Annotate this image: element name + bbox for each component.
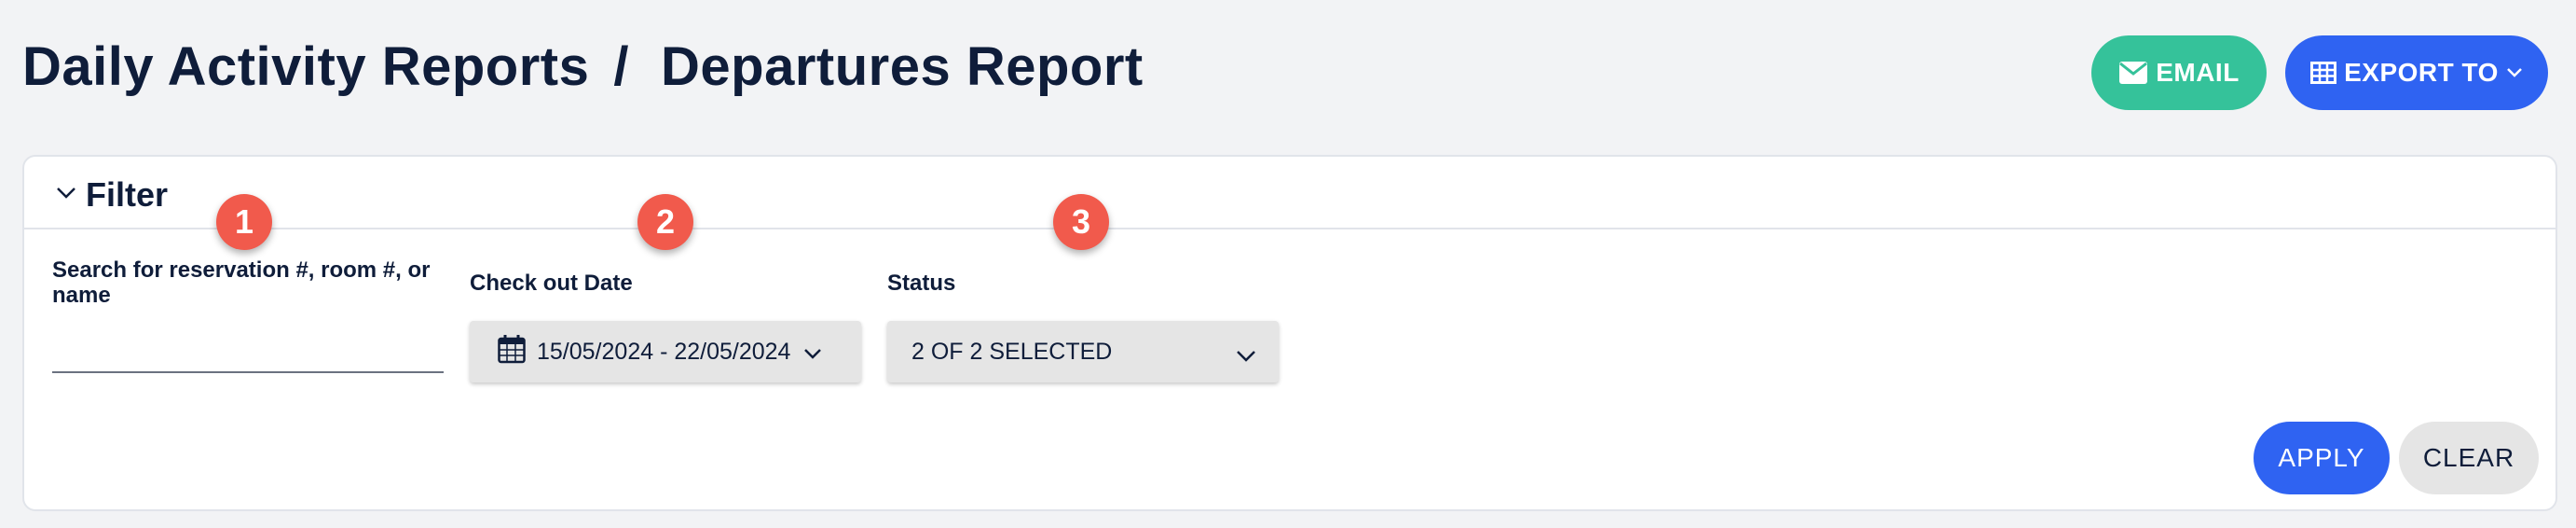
page-title: Departures Report <box>661 36 1144 97</box>
chevron-down-icon <box>56 187 76 204</box>
annotation-marker-2: 2 <box>637 194 693 250</box>
page-header: Daily Activity Reports / Departures Report… <box>22 28 2548 118</box>
email-button[interactable]: EMAIL <box>2091 35 2267 110</box>
email-button-label: EMAIL <box>2156 58 2240 87</box>
header-actions: EMAIL EXPORT TO <box>2091 35 2548 110</box>
chevron-down-icon <box>1236 342 1256 369</box>
envelope-icon <box>2118 61 2148 85</box>
checkout-date-value: 15/05/2024 - 22/05/2024 <box>537 338 791 365</box>
status-label: Status <box>887 271 956 296</box>
checkout-date-label: Check out Date <box>470 271 633 296</box>
breadcrumb-parent[interactable]: Daily Activity Reports <box>22 36 589 97</box>
search-field: Search for reservation #, room #, or nam… <box>52 257 444 373</box>
status-field: Status 2 OF 2 SELECTED <box>887 271 1279 382</box>
status-select[interactable]: 2 OF 2 SELECTED <box>887 321 1279 382</box>
checkout-date-picker[interactable]: 15/05/2024 - 22/05/2024 <box>470 321 861 382</box>
checkout-date-field: Check out Date 15/05/2024 - 22/05/2024 <box>470 271 861 382</box>
search-input[interactable] <box>52 336 444 373</box>
search-label: Search for reservation #, room #, or nam… <box>52 257 431 308</box>
table-icon <box>2310 62 2337 84</box>
annotation-marker-3: 3 <box>1053 194 1109 250</box>
annotation-marker-1: 1 <box>216 194 272 250</box>
breadcrumb-separator: / <box>613 36 629 97</box>
export-to-button[interactable]: EXPORT TO <box>2285 35 2548 110</box>
chevron-down-icon <box>2506 67 2523 78</box>
apply-button[interactable]: APPLY <box>2254 422 2390 494</box>
filter-header: Filter <box>24 157 2555 229</box>
filter-toggle[interactable]: Filter <box>56 175 168 215</box>
clear-button[interactable]: CLEAR <box>2399 422 2539 494</box>
status-value: 2 OF 2 SELECTED <box>911 338 1113 365</box>
export-to-label: EXPORT TO <box>2344 58 2499 87</box>
calendar-icon <box>498 334 526 370</box>
chevron-down-icon <box>803 339 822 366</box>
filter-title: Filter <box>86 175 169 214</box>
breadcrumb: Daily Activity Reports / Departures Report <box>22 35 1144 98</box>
filter-panel: Filter Search for reservation #, room #,… <box>22 155 2557 511</box>
